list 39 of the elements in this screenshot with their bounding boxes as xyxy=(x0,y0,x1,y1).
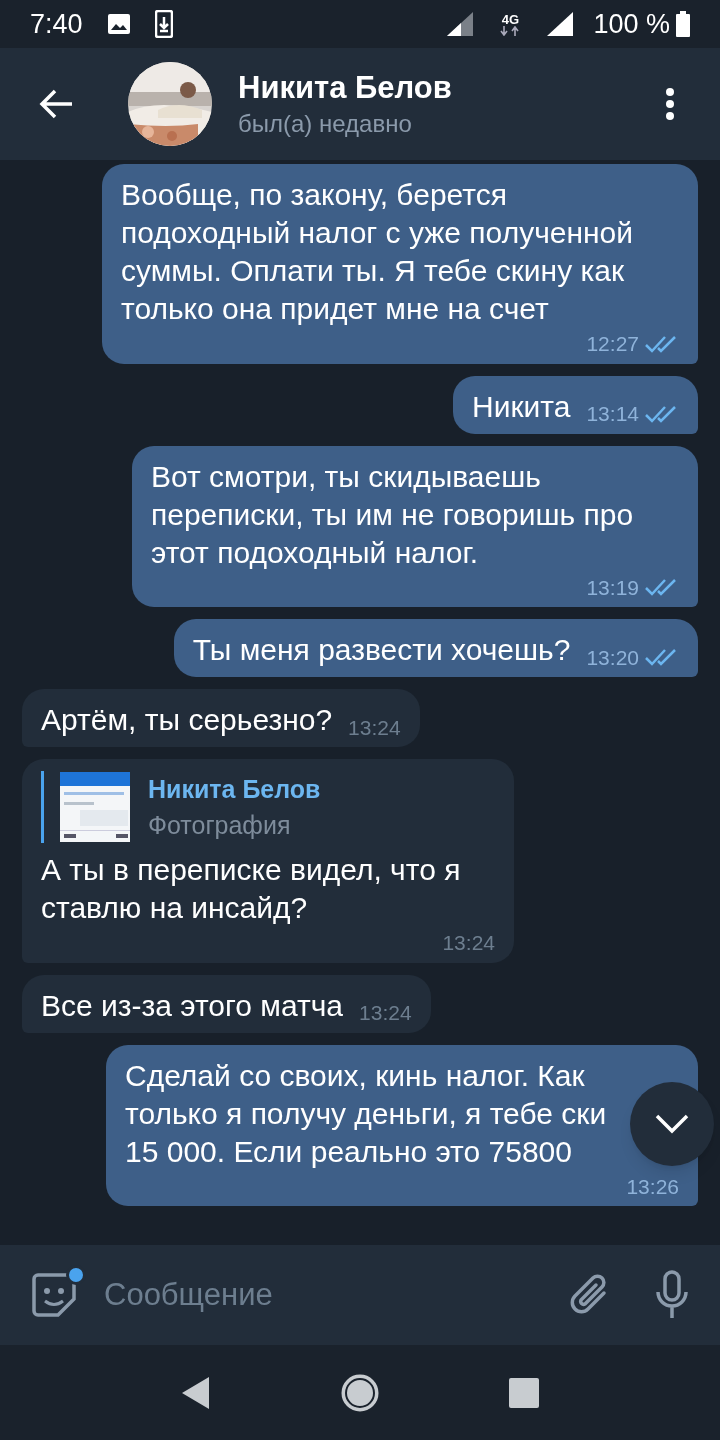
message-time: 13:19 xyxy=(586,574,639,601)
message-text: Никита xyxy=(472,388,571,425)
download-icon xyxy=(154,10,173,38)
message-text: Все из-за этого матча xyxy=(41,987,344,1024)
message-time: 13:24 xyxy=(348,714,401,741)
home-nav-icon[interactable] xyxy=(341,1373,379,1412)
message-text: Вообще, по закону, берется подоходный налог с уже полученной суммы. Оплати ты. Я тебе скину как только она придет мне на счет xyxy=(121,177,635,327)
status-time: 7:40 xyxy=(30,7,83,41)
message-time: 13:26 xyxy=(626,1173,679,1200)
signal-icon xyxy=(545,11,576,37)
message-input[interactable]: Сообщение xyxy=(104,1271,568,1319)
message-time: 13:20 xyxy=(586,644,639,671)
network-type: 4G xyxy=(501,12,520,26)
last-seen-status: был(а) недавно xyxy=(238,109,413,139)
chevron-down-icon xyxy=(655,1114,689,1134)
message-text: А ты в переписке видел, что я ставлю на инсайд? xyxy=(41,852,462,926)
recents-nav-icon[interactable] xyxy=(509,1377,539,1408)
image-icon xyxy=(106,13,131,35)
contact-name: Никита Белов xyxy=(238,69,453,107)
message-time: 12:27 xyxy=(586,331,639,357)
battery-level: 100 % xyxy=(593,7,670,41)
sticker-icon[interactable] xyxy=(30,1271,78,1319)
microphone-icon[interactable] xyxy=(654,1270,690,1320)
message-text: Артём, ты серьезно? xyxy=(41,702,333,738)
battery-icon xyxy=(676,11,690,37)
data-arrows-icon xyxy=(499,25,522,36)
message-input-bar[interactable]: Сообщение xyxy=(0,1245,720,1345)
back-arrow-icon xyxy=(38,88,74,120)
message-time: 13:24 xyxy=(442,930,495,956)
message-text: Ты меня развести хочешь? xyxy=(192,632,571,668)
message-time: 13:24 xyxy=(359,1000,412,1026)
signal-icon xyxy=(445,11,476,37)
more-icon xyxy=(665,87,675,121)
message-time: 13:14 xyxy=(586,401,639,427)
back-nav-icon[interactable] xyxy=(181,1375,211,1410)
message-text: Вот смотри, ты скидываешь переписки, ты им не говоришь про этот подоходный налог. xyxy=(151,458,635,571)
reply-caption: Фотография xyxy=(148,810,292,841)
message-text: Сделай со своих, кинь налог. Как только я получу деньги, я тебе ски 15 000. Если реально это 75800 xyxy=(125,1057,608,1170)
reply-sender-name: Никита Белов xyxy=(148,774,321,805)
